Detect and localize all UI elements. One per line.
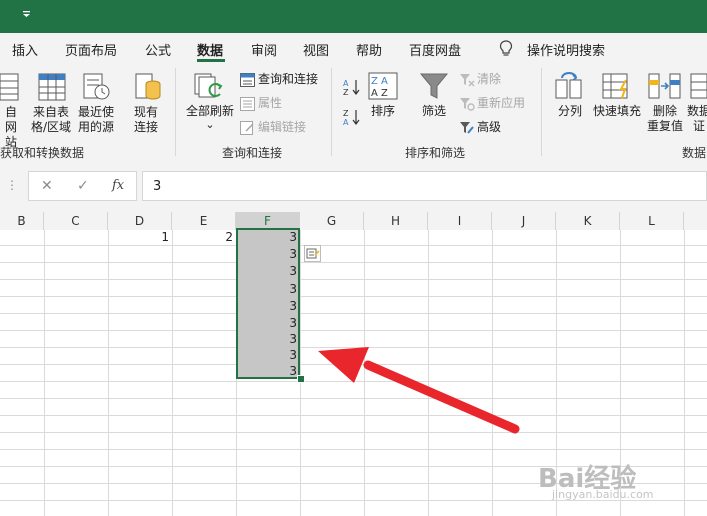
annotation-arrow-icon: [318, 347, 520, 434]
watermark-url: jingyan.baidu.com: [552, 488, 654, 501]
